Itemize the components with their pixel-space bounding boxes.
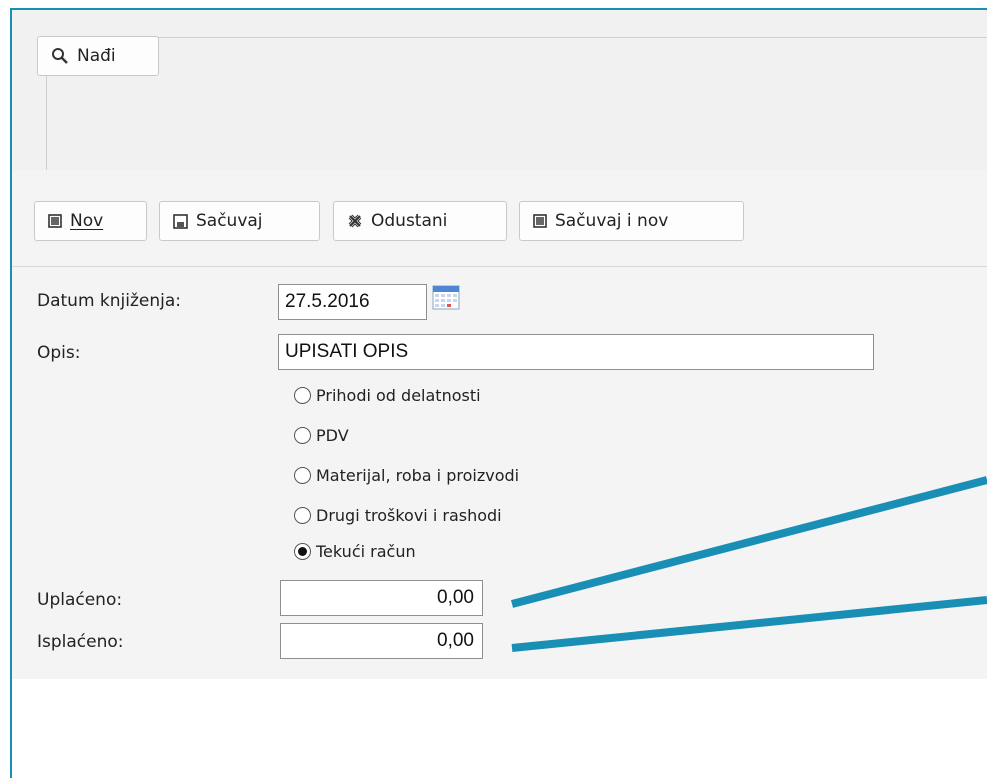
annotation-arrow	[510, 476, 987, 608]
annotation-arrows	[510, 476, 987, 652]
annotation-arrow	[511, 596, 987, 652]
